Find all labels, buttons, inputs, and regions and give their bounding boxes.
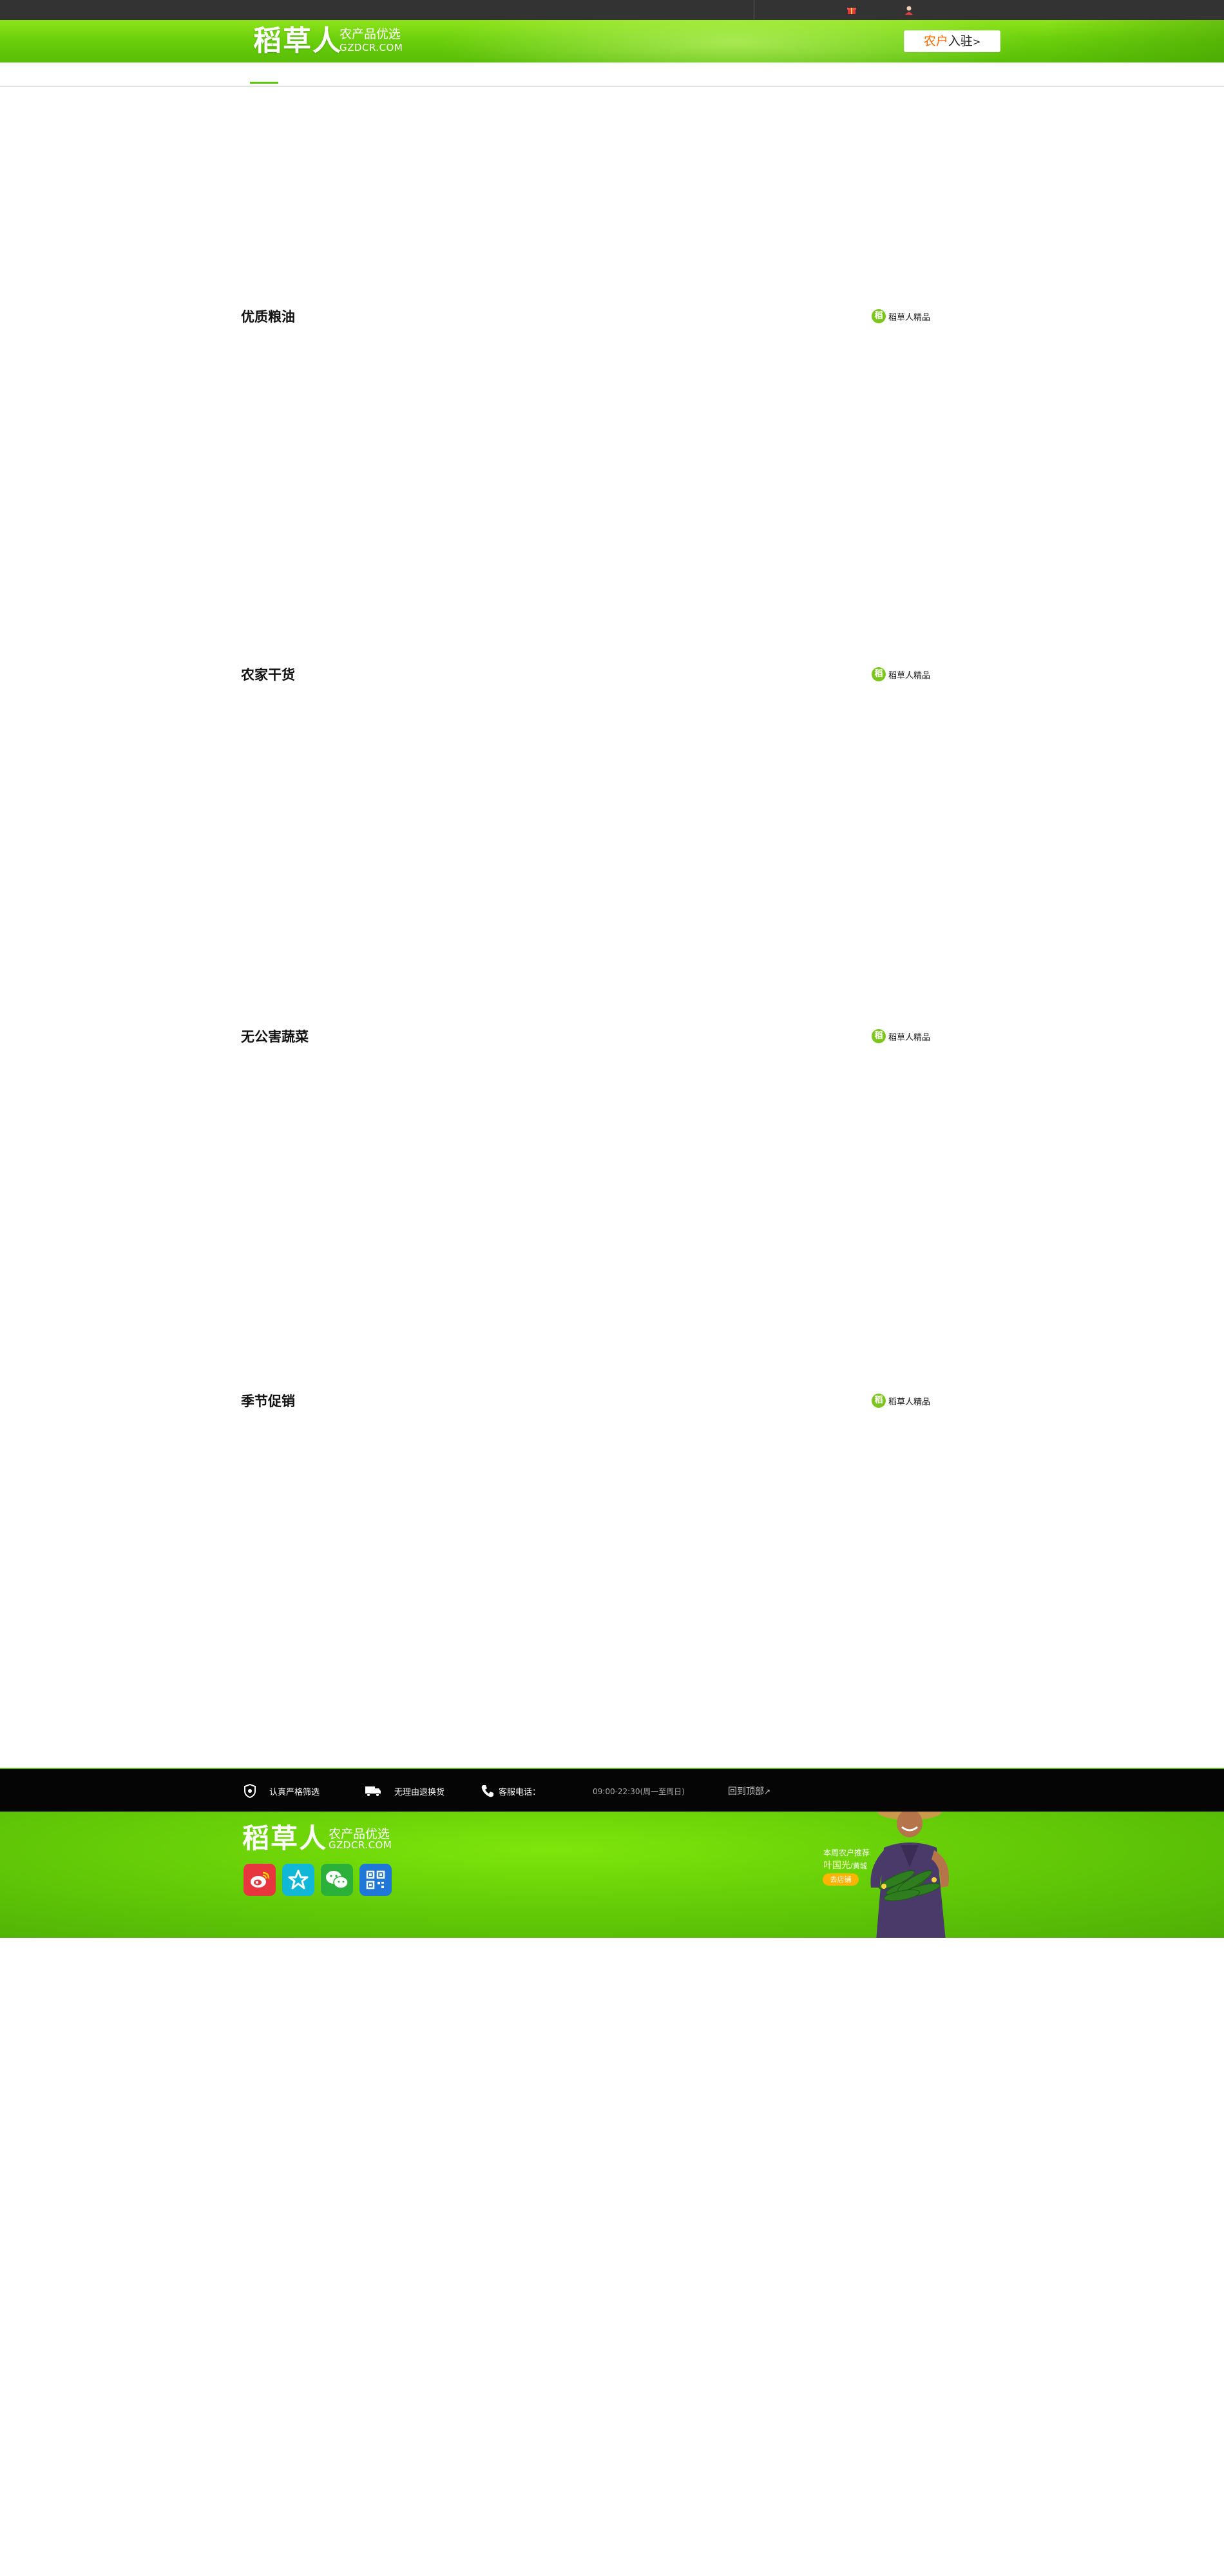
badge-label: 稻草人精品 [888,1397,931,1407]
farmer-illustration [870,1812,950,1938]
badge-logo-icon: 稻 [872,1029,886,1043]
weibo-glyph [251,1871,270,1888]
badge-label: 稻草人精品 [888,312,931,323]
site-header: 稻草人 农产品优选 GZDCR.COM 农户入驻> [0,20,1224,62]
shipping-promise: 无理由退换货 [365,1785,445,1797]
star-icon[interactable] [282,1864,314,1896]
arrow-up-right-icon: ↗ [764,1787,771,1796]
section-badge: 稻 稻草人精品 [872,1028,930,1044]
quality-label: 认真严格筛选 [269,1787,320,1797]
back-to-top-label: 回到顶部 [728,1786,764,1797]
join-arrow: > [972,36,981,48]
star-glyph [288,1870,309,1889]
site-footer: 稻草人 农产品优选 GZDCR.COM 本周农户推荐 叶国光/黄城 去店铺 [0,1812,1224,1938]
user-icon[interactable] [903,5,915,16]
farmer-join-button[interactable]: 农户入驻> [904,30,1000,52]
section-badge: 稻 稻草人精品 [872,1393,930,1408]
shield-icon [244,1784,256,1798]
quality-promise: 认真严格筛选 [244,1784,320,1798]
section-badge: 稻 稻草人精品 [872,308,930,324]
top-bar [0,0,1224,20]
section-title-dried-goods: 农家干货 [241,667,295,683]
weibo-icon[interactable] [244,1864,276,1896]
footer-logo[interactable]: 稻草人 [242,1823,327,1854]
phone-icon [481,1785,493,1797]
phone-info: 客服电话： [481,1785,540,1797]
join-label-part1: 农户 [923,34,948,48]
logo-tagline: 农产品优选 [339,27,401,41]
nav-active-indicator [250,82,278,84]
section-title-grain-oil: 优质粮油 [241,309,295,325]
shipping-label: 无理由退换货 [394,1787,445,1797]
logo-domain: GZDCR.COM [339,42,403,53]
section-title-seasonal-sale: 季节促销 [241,1394,295,1409]
site-logo[interactable]: 稻草人 [253,25,342,57]
main-nav [0,62,1224,87]
back-to-top-link[interactable]: 回到顶部↗ [728,1785,770,1797]
wechat-icon[interactable] [321,1864,353,1896]
badge-logo-icon: 稻 [872,667,886,681]
wechat-glyph [326,1871,349,1889]
header-shade [1044,20,1224,62]
gift-icon[interactable] [846,5,857,16]
badge-logo-icon: 稻 [872,1394,886,1408]
section-title-vegetables: 无公害蔬菜 [241,1029,309,1045]
phone-label: 客服电话： [499,1787,541,1797]
qrcode-glyph [366,1870,385,1889]
qrcode-icon[interactable] [359,1864,392,1896]
service-bar: 认真严格筛选 无理由退换货 客服电话： 09:00-22:30(周一至周日) 回… [0,1768,1224,1813]
badge-label: 稻草人精品 [888,1032,931,1043]
service-hours: 09:00-22:30(周一至周日) [593,1787,685,1796]
truck-icon [365,1786,381,1797]
badge-logo-icon: 稻 [872,309,886,323]
footer-logo-domain: GZDCR.COM [329,1839,392,1851]
badge-label: 稻草人精品 [888,670,931,681]
section-badge: 稻 稻草人精品 [872,667,930,682]
join-label-part2: 入驻 [948,34,973,48]
